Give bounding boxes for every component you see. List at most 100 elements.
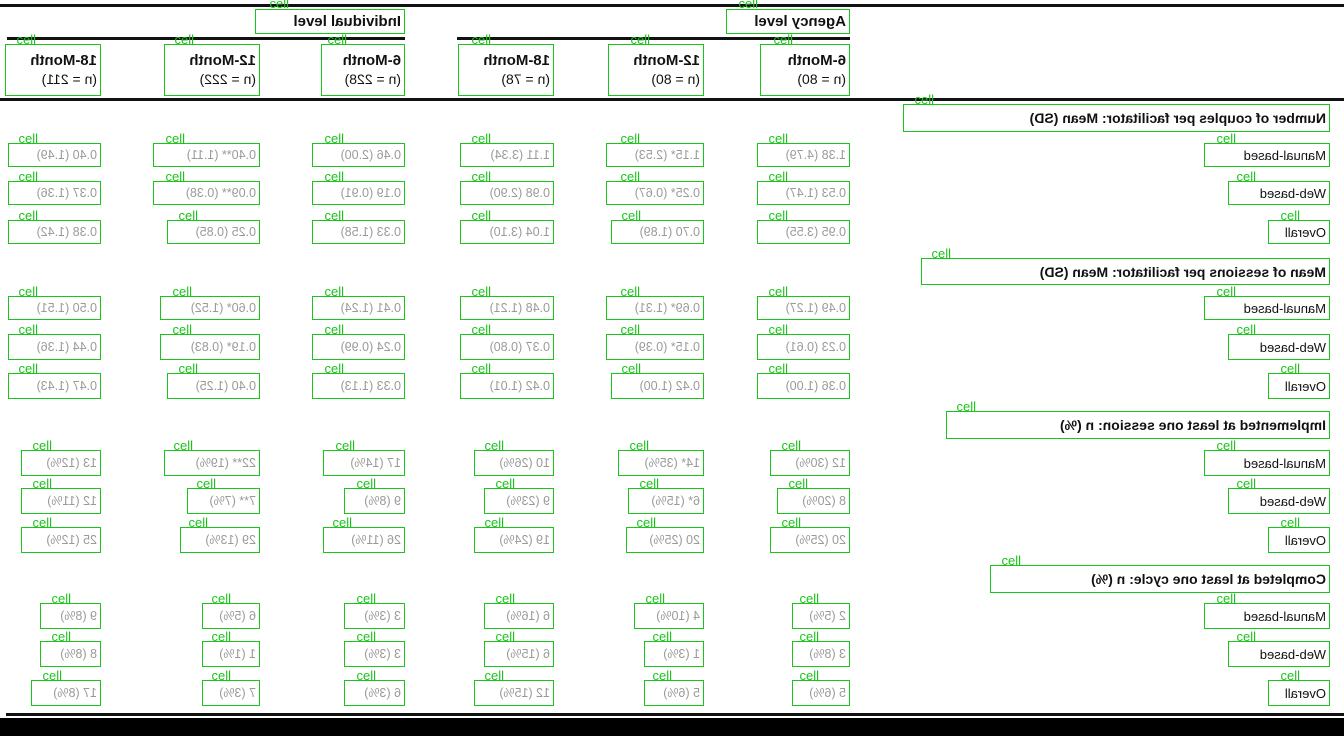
- table-cell: 1.15* (2.53): [606, 143, 704, 167]
- table-cell: 6 (5%): [202, 603, 260, 629]
- table-cell: 0.49 (1.27): [757, 296, 850, 320]
- row-label: Web-based: [1228, 334, 1330, 360]
- table-cell: 22** (19%): [164, 450, 260, 476]
- table-cell: 6 (16%): [484, 603, 554, 629]
- table-cell: 9 (8%): [344, 488, 405, 514]
- table-cell: 6 (15%): [484, 641, 554, 667]
- table-cell: 0.40 (1.25): [167, 373, 260, 399]
- table-cell: 0.48 (1.21): [460, 296, 554, 320]
- table-cell: 6 (3%): [344, 680, 405, 706]
- table-cell: 0.25 (0.85): [167, 220, 260, 244]
- table-cell: 29 (13%): [180, 527, 260, 553]
- row-label: Overall: [1268, 527, 1330, 553]
- table-cell: 0.23 (0.61): [757, 334, 850, 360]
- row-label: Manual-based: [1204, 603, 1330, 629]
- row-label: Web-based: [1228, 641, 1330, 667]
- row-label: Web-based: [1228, 181, 1330, 205]
- table-cell: 5 (6%): [792, 680, 850, 706]
- table-cell: 0.33 (1.58): [312, 220, 405, 244]
- table-cell: 0.19* (0.83): [160, 334, 260, 360]
- table-cell: 0.41 (1.24): [312, 296, 405, 320]
- column-header-individual-6m: 6-Month (n = 228): [321, 44, 405, 96]
- table-cell: 4 (10%): [634, 603, 704, 629]
- table-cell: 0.38 (1.42): [8, 220, 101, 244]
- table-cell: 0.50 (1.51): [8, 296, 101, 320]
- table-cell: 14* (35%): [618, 450, 704, 476]
- table-cell: 13 (12%): [21, 450, 101, 476]
- table-cell: 1.11 (3.34): [460, 143, 554, 167]
- individual-level-header: Individual level: [255, 9, 405, 34]
- table-cell: 1.38 (4.79): [757, 143, 850, 167]
- column-n: (n = 80): [651, 71, 700, 87]
- bottom-rule: [6, 713, 1344, 716]
- table-cell: 8 (8%): [40, 641, 101, 667]
- table-cell: 0.25* (0.67): [606, 181, 704, 205]
- table-cell: 17 (8%): [31, 680, 101, 706]
- table-cell: 0.37 (0.80): [460, 334, 554, 360]
- column-title: 12-Month: [633, 52, 700, 69]
- table-cell: 6* (15%): [628, 488, 704, 514]
- column-n: (n = 80): [797, 71, 846, 87]
- section-title: Number of couples per facilitator: Mean …: [903, 104, 1330, 132]
- table-cell: 12 (11%): [21, 488, 101, 514]
- column-title: 6-Month: [787, 52, 846, 69]
- table-cell: 0.69* (1.31): [606, 296, 704, 320]
- table-cell: 0.37 (1.36): [8, 181, 101, 205]
- table-cell: 0.33 (1.13): [312, 373, 405, 399]
- table-cell: 25 (12%): [21, 527, 101, 553]
- table-cell: 2 (5%): [792, 603, 850, 629]
- table-cell: 5 (6%): [644, 680, 704, 706]
- column-n: (n = 228): [344, 71, 401, 87]
- table-cell: 1 (1%): [202, 641, 260, 667]
- table-cell: 12 (30%): [770, 450, 850, 476]
- table-cell: 0.70 (1.89): [611, 220, 704, 244]
- table-cell: 0.19 (0.91): [312, 181, 405, 205]
- table-cell: 0.53 (1.47): [757, 181, 850, 205]
- top-rule: [0, 4, 1344, 7]
- table-cell: 0.60* (1.52): [160, 296, 260, 320]
- column-title: 12-Month: [189, 52, 256, 69]
- column-header-individual-12m: 12-Month (n = 222): [164, 44, 260, 96]
- table-cell: 8 (20%): [777, 488, 850, 514]
- table-cell: 0.40** (1.11): [153, 143, 260, 167]
- table-cell: 7** (7%): [187, 488, 260, 514]
- table-cell: 12 (15%): [474, 680, 554, 706]
- table-cell: 0.24 (0.99): [312, 334, 405, 360]
- column-n: (n = 78): [501, 71, 550, 87]
- row-label: Manual-based: [1204, 143, 1330, 167]
- table-cell: 17 (14%): [323, 450, 405, 476]
- table-cell: 0.09** (0.38): [153, 181, 260, 205]
- table-cell: 20 (25%): [626, 527, 704, 553]
- table-cell: 9 (8%): [40, 603, 101, 629]
- row-label: Web-based: [1228, 488, 1330, 514]
- mirrored-table-page: cell Agency level cell Individual level …: [0, 0, 1344, 736]
- row-label: Manual-based: [1204, 450, 1330, 476]
- table-cell: 9 (23%): [484, 488, 554, 514]
- table-cell: 20 (25%): [770, 527, 850, 553]
- table-cell: 0.36 (1.00): [757, 373, 850, 399]
- row-label: Overall: [1268, 680, 1330, 706]
- column-n: (n = 211): [41, 71, 97, 87]
- table-cell: 26 (11%): [323, 527, 405, 553]
- column-title: 18-Month: [483, 52, 550, 69]
- row-label: Overall: [1268, 373, 1330, 399]
- table-cell: 0.46 (2.00): [312, 143, 405, 167]
- table-cell: 3 (3%): [344, 603, 405, 629]
- table-cell: 1.04 (3.10): [460, 220, 554, 244]
- table-cell: 0.98 (2.90): [460, 181, 554, 205]
- table-cell: 0.47 (1.43): [8, 373, 101, 399]
- table-cell: 0.44 (1.36): [8, 334, 101, 360]
- column-title: 6-Month: [342, 52, 401, 69]
- row-label: Overall: [1268, 220, 1330, 244]
- table-cell: 3 (3%): [344, 641, 405, 667]
- table-cell: 0.42 (1.01): [460, 373, 554, 399]
- table-cell: 0.42 (1.00): [611, 373, 704, 399]
- table-cell: 1 (3%): [644, 641, 704, 667]
- column-header-agency-18m: 18-Month (n = 78): [458, 44, 554, 96]
- table-cell: 0.40 (1.49): [8, 143, 101, 167]
- header-rule: [0, 98, 1344, 101]
- row-label: Manual-based: [1204, 296, 1330, 320]
- column-header-agency-6m: 6-Month (n = 80): [760, 44, 850, 96]
- table-cell: 7 (3%): [202, 680, 260, 706]
- section-title: Completed at least one cycle: n (%): [990, 565, 1330, 593]
